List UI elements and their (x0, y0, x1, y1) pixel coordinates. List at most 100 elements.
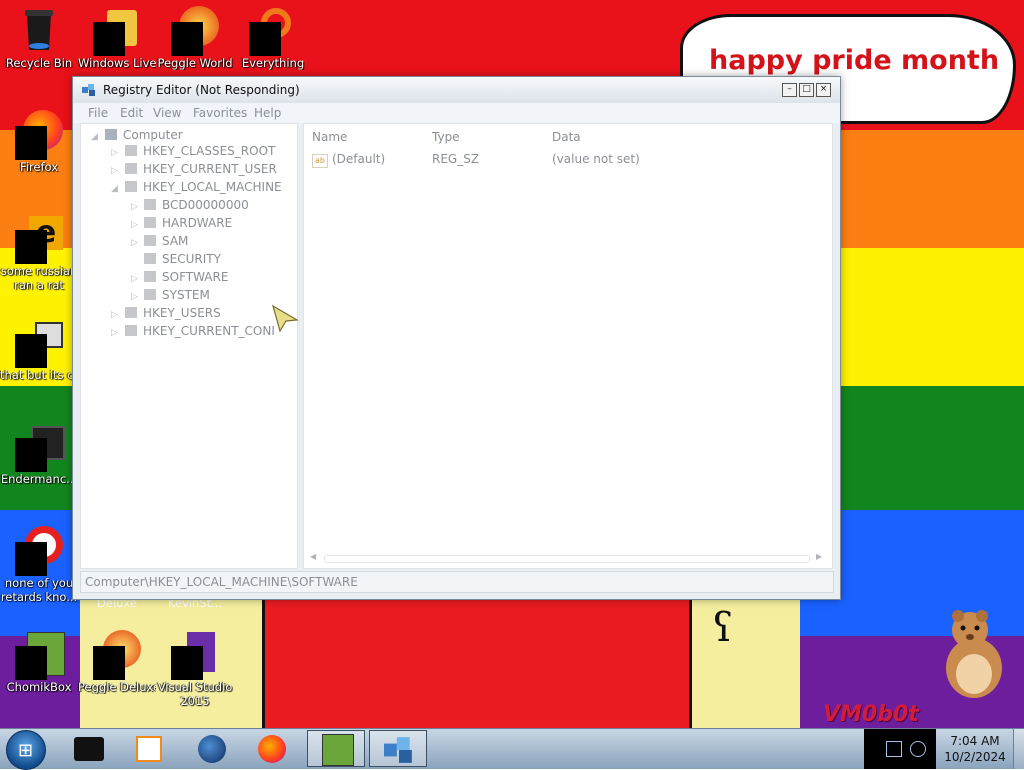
tree-node-hardware[interactable]: HARDWARE (144, 216, 232, 230)
expand-arrow-icon[interactable]: ▷ (131, 202, 138, 212)
chomikbox-icon (322, 734, 354, 766)
status-bar: Computer\HKEY_LOCAL_MACHINE\SOFTWARE (80, 571, 834, 593)
minimize-button[interactable]: – (782, 83, 797, 97)
scroll-track[interactable] (324, 555, 810, 563)
tree-node-sam[interactable]: SAM (144, 234, 188, 248)
start-button[interactable]: ⊞ (6, 730, 46, 770)
taskbar-item-chomikbox[interactable] (307, 730, 365, 767)
desktop-icon-none-of-you[interactable]: none of you retards kno... (0, 526, 78, 604)
collapse-arrow-icon[interactable]: ◢ (111, 184, 118, 194)
desktop-icon-endermanch[interactable]: Endermanc... (0, 422, 78, 486)
taskbar-item-globe[interactable] (184, 730, 242, 767)
desktop-icon-firefox[interactable]: Firefox (0, 110, 78, 174)
peggle-deluxe-icon (93, 630, 141, 680)
title-bar[interactable]: Registry Editor (Not Responding) – □ × (73, 77, 840, 103)
folder-icon (144, 289, 156, 300)
folder-icon (144, 235, 156, 246)
taskbar-item-firefox[interactable] (244, 730, 302, 767)
menu-view[interactable]: View (153, 106, 181, 120)
expand-arrow-icon[interactable]: ▷ (111, 328, 118, 338)
scroll-left-icon[interactable]: ◀ (310, 552, 316, 561)
clock-date[interactable]: 10/2/2024 (944, 750, 1006, 764)
media-player-icon (136, 736, 162, 762)
taskbar-item-regedit[interactable] (369, 730, 427, 767)
horizontal-scrollbar[interactable]: ◀ ▶ (310, 552, 824, 563)
desktop-icon-windows-live[interactable]: Windows Live (78, 6, 156, 70)
expand-arrow-icon[interactable]: ▷ (111, 310, 118, 320)
speech-text: happy pride month (709, 45, 1000, 76)
column-header-data[interactable]: Data (552, 130, 581, 144)
menu-bar: File Edit View Favorites Help (73, 103, 840, 123)
taskbar: ⊞ ▲ 7:04 AM 10/2/2024 (0, 728, 1024, 770)
registry-editor-window[interactable]: Registry Editor (Not Responding) – □ × F… (72, 76, 841, 600)
expand-arrow-icon[interactable]: ▷ (111, 166, 118, 176)
tree-node-software[interactable]: SOFTWARE (144, 270, 228, 284)
menu-edit[interactable]: Edit (120, 106, 143, 120)
tree-node-hkcr[interactable]: HKEY_CLASSES_ROOT (125, 144, 275, 158)
windows-stack-icon (15, 318, 63, 368)
peggle-world-icon (171, 6, 219, 56)
cursor-icon (272, 304, 299, 333)
hamster-image (946, 610, 1002, 698)
computer-icon (105, 129, 117, 140)
column-header-name[interactable]: Name (312, 130, 347, 144)
volume-icon[interactable] (910, 741, 926, 757)
network-icon[interactable] (886, 741, 902, 757)
tree-node-bcd[interactable]: BCD00000000 (144, 198, 249, 212)
tree-node-system[interactable]: SYSTEM (144, 288, 210, 302)
menu-file[interactable]: File (88, 106, 108, 120)
taskbar-item-media-player[interactable] (120, 730, 178, 767)
show-desktop-button[interactable] (1013, 729, 1024, 769)
status-path: Computer\HKEY_LOCAL_MACHINE\SOFTWARE (85, 575, 358, 589)
firefox-icon (15, 110, 63, 160)
expand-arrow-icon[interactable]: ▷ (131, 238, 138, 248)
desktop-icon-some-russian[interactable]: e some russian ran a rat (0, 214, 78, 293)
folder-icon (144, 271, 156, 282)
expand-arrow-icon[interactable]: ▷ (131, 220, 138, 230)
clock-time[interactable]: 7:04 AM (944, 734, 1006, 748)
desktop-icon-visual-studio[interactable]: Visual Studio 2015 (156, 630, 234, 708)
box-icon (74, 737, 104, 761)
menu-favorites[interactable]: Favorites (193, 106, 247, 120)
folder-icon (125, 145, 137, 156)
expand-arrow-icon[interactable]: ▷ (111, 148, 118, 158)
column-header-type[interactable]: Type (432, 130, 460, 144)
value-data: (value not set) (552, 152, 640, 166)
folder-icon (125, 163, 137, 174)
cartoon-squiggle: ʕ (712, 605, 734, 651)
globe-icon (198, 735, 226, 763)
scroll-right-icon[interactable]: ▶ (816, 552, 822, 561)
maximize-button[interactable]: □ (799, 83, 814, 97)
tree-node-hkcu[interactable]: HKEY_CURRENT_USER (125, 162, 277, 176)
desktop-icon-recycle-bin[interactable]: Recycle Bin (0, 6, 78, 70)
tree-node-hku[interactable]: HKEY_USERS (125, 306, 221, 320)
desktop-icon-peggle-deluxe[interactable]: Peggle Deluxe (78, 630, 156, 694)
windows-live-icon (93, 6, 141, 56)
regedit-icon (82, 84, 95, 96)
visual-studio-icon (171, 630, 219, 680)
menu-help[interactable]: Help (254, 106, 281, 120)
registry-tree-pane[interactable]: ◢ Computer ▷ HKEY_CLASSES_ROOT ▷ HKEY_CU… (80, 123, 298, 569)
expand-arrow-icon[interactable]: ▷ (131, 292, 138, 302)
tree-node-hkcc[interactable]: HKEY_CURRENT_CONI (125, 324, 275, 338)
registry-values-pane[interactable]: Name Type Data ab (Default) REG_SZ (value… (303, 123, 833, 569)
string-value-icon: ab (312, 154, 328, 168)
value-type: REG_SZ (432, 152, 480, 166)
desktop-icon-everything[interactable]: Everything (234, 6, 312, 70)
taskbar-item-recycle[interactable] (60, 730, 118, 767)
desktop-icon-chomikbox[interactable]: ChomikBox (0, 630, 78, 694)
expand-arrow-icon[interactable]: ▷ (131, 274, 138, 284)
tree-node-hklm[interactable]: HKEY_LOCAL_MACHINE (125, 180, 282, 194)
firefox-icon (258, 735, 286, 763)
value-name: (Default) (332, 152, 386, 166)
desktop-icon-that-but-its[interactable]: that but its c... (0, 318, 78, 382)
collapse-arrow-icon[interactable]: ◢ (91, 132, 98, 142)
cartoon-body (262, 592, 692, 728)
terminal-icon (15, 422, 65, 472)
watermark-logo: VM0b0t (823, 702, 919, 727)
everything-icon (249, 6, 297, 56)
desktop-icon-peggle-world[interactable]: Peggle World (156, 6, 234, 70)
tree-node-security[interactable]: SECURITY (144, 252, 221, 266)
tree-node-computer[interactable]: Computer (105, 128, 183, 142)
close-button[interactable]: × (816, 83, 831, 97)
